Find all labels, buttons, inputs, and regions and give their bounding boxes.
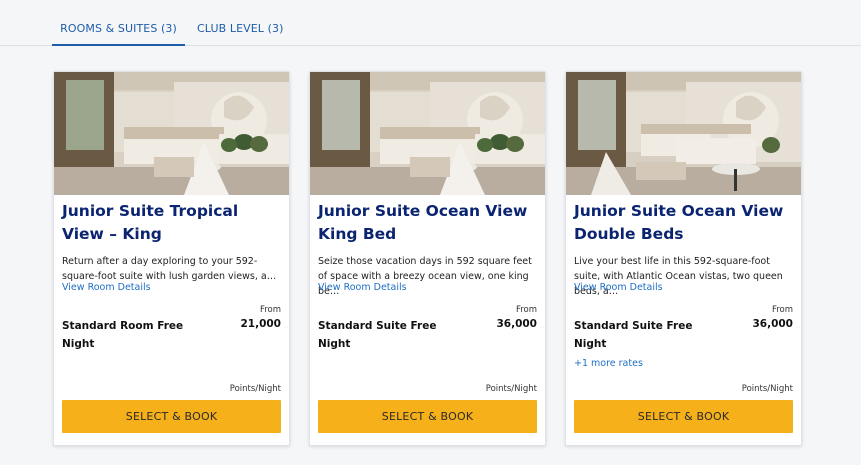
points-per-night-label: Points/Night [741,384,793,394]
room-photo-image [566,72,801,195]
rate-name: Standard Suite Free Night [318,320,437,350]
points-value: 36,000 [496,318,537,330]
select-book-button[interactable]: SELECT & BOOK [318,400,537,433]
room-photo-image [54,72,289,195]
from-label: From [515,305,537,315]
room-card: Junior Suite Ocean View Double Beds Live… [565,71,802,446]
tab-label: CLUB LEVEL (3) [197,22,284,35]
room-title: Junior Suite Tropical View – King [62,202,239,243]
room-description: Return after a day exploring to your 592… [62,256,277,282]
room-card: Junior Suite Tropical View – King Return… [53,71,290,446]
tab-club-level[interactable]: CLUB LEVEL (3) [197,0,284,46]
room-card: Junior Suite Ocean View King Bed Seize t… [309,71,546,446]
more-rates-link[interactable]: +1 more rates [574,358,643,369]
tab-bar: ROOMS & SUITES (3) CLUB LEVEL (3) [0,0,861,46]
points-per-night-label: Points/Night [485,384,537,394]
tab-rooms-suites[interactable]: ROOMS & SUITES (3) [52,0,185,46]
rate-name: Standard Room Free Night [62,320,184,350]
view-room-details-link[interactable]: View Room Details [318,282,407,293]
room-title: Junior Suite Ocean View King Bed [318,202,528,243]
from-label: From [771,305,793,315]
room-title: Junior Suite Ocean View Double Beds [574,202,784,243]
view-room-details-link[interactable]: View Room Details [574,282,663,293]
points-per-night-label: Points/Night [229,384,281,394]
from-label: From [259,305,281,315]
points-value: 21,000 [240,318,281,330]
select-book-button[interactable]: SELECT & BOOK [574,400,793,433]
select-book-button[interactable]: SELECT & BOOK [62,400,281,433]
view-room-details-link[interactable]: View Room Details [62,282,151,293]
points-value: 36,000 [752,318,793,330]
room-photo-image [310,72,545,195]
tab-label: ROOMS & SUITES (3) [60,22,177,35]
rate-name: Standard Suite Free Night [574,320,693,350]
